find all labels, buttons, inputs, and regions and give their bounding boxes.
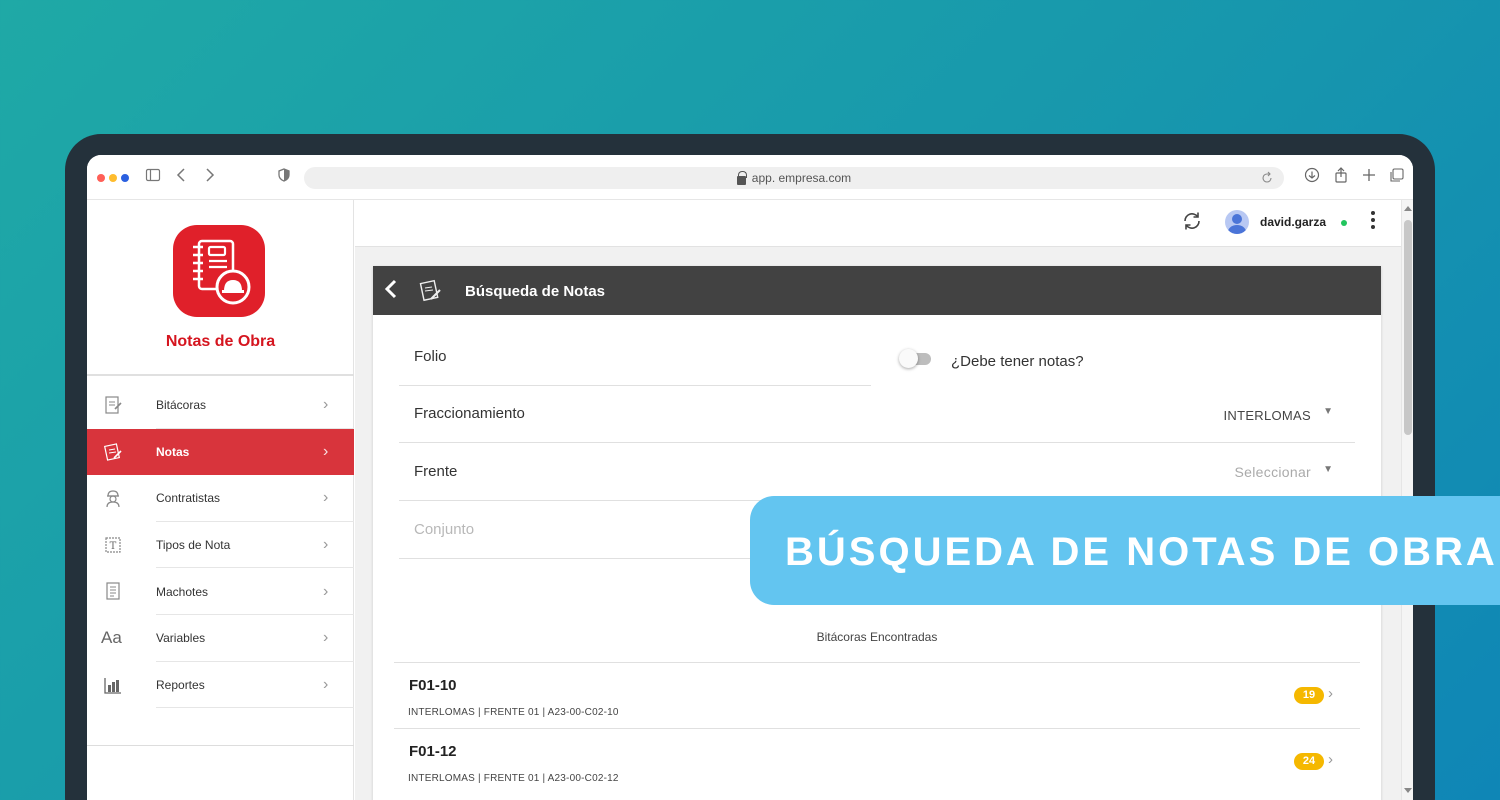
notes-count-badge: 24 xyxy=(1294,753,1324,770)
notes-icon xyxy=(103,442,123,462)
bar-chart-icon xyxy=(103,675,123,695)
forward-nav-icon[interactable] xyxy=(203,167,217,187)
list-item[interactable]: F01-10 INTERLOMAS | FRENTE 01 | A23-00-C… xyxy=(394,662,1360,728)
sidebar-item-reportes[interactable]: Reportes › xyxy=(87,662,354,709)
address-bar[interactable]: app. empresa.com xyxy=(304,167,1284,189)
download-icon[interactable] xyxy=(1304,167,1320,187)
scrollbar-thumb[interactable] xyxy=(1404,220,1412,435)
sidebar-item-contratistas[interactable]: Contratistas › xyxy=(87,475,354,522)
sidebar-item-notas[interactable]: Notas › xyxy=(87,428,354,476)
close-window-icon[interactable] xyxy=(97,174,105,182)
top-bar: david.garza xyxy=(355,200,1401,247)
svg-text:T: T xyxy=(110,541,117,552)
window-controls xyxy=(97,174,129,182)
chevron-right-icon: › xyxy=(323,442,329,460)
promo-banner: BÚSQUEDA DE NOTAS DE OBRA xyxy=(750,496,1500,605)
page-title: Búsqueda de Notas xyxy=(465,283,606,300)
back-nav-icon[interactable] xyxy=(175,167,189,187)
app-name: Notas de Obra xyxy=(165,333,276,350)
item-divider xyxy=(156,707,354,709)
reload-icon[interactable] xyxy=(1260,169,1274,189)
worker-icon xyxy=(103,488,123,508)
tabs-overview-icon[interactable] xyxy=(1389,167,1405,187)
chevron-right-icon: › xyxy=(323,489,329,507)
chevron-right-icon: › xyxy=(323,629,329,647)
sidebar-nav: Bitácoras › Notas › Contratistas › T Tip… xyxy=(87,382,354,709)
sidebar-item-tipos-de-nota[interactable]: T Tipos de Nota › xyxy=(87,522,354,569)
sidebar-item-label: Reportes xyxy=(156,677,205,692)
sync-icon[interactable] xyxy=(1181,210,1203,238)
sidebar-item-label: Contratistas xyxy=(156,491,221,506)
fraccionamiento-value: INTERLOMAS xyxy=(1223,408,1311,423)
sidebar-item-label: Notas xyxy=(156,444,190,459)
sidebar: Notas de Obra Bitácoras › Notas › Contra… xyxy=(87,200,354,800)
card-header: Búsqueda de Notas xyxy=(373,266,1381,315)
must-have-notes-toggle[interactable] xyxy=(899,349,931,368)
item-subtitle: INTERLOMAS | FRENTE 01 | A23-00-C02-12 xyxy=(408,773,619,784)
notes-count-badge: 19 xyxy=(1294,687,1324,704)
folio-label: Folio xyxy=(414,348,447,365)
template-icon xyxy=(103,581,123,601)
online-status-dot xyxy=(1341,220,1347,226)
notes-icon xyxy=(417,278,443,304)
banner-text: BÚSQUEDA DE NOTAS DE OBRA xyxy=(785,530,1498,574)
scroll-down-icon[interactable] xyxy=(1404,788,1412,793)
minimize-window-icon[interactable] xyxy=(109,174,117,182)
notebook-logo-icon xyxy=(193,239,251,305)
share-icon[interactable] xyxy=(1333,167,1349,187)
item-title: F01-12 xyxy=(409,743,457,760)
notebook-edit-icon xyxy=(103,395,123,415)
results-heading: Bitácoras Encontradas xyxy=(816,630,938,644)
sidebar-bottom-divider xyxy=(87,745,354,746)
list-item[interactable]: F01-12 INTERLOMAS | FRENTE 01 | A23-00-C… xyxy=(394,728,1360,794)
new-tab-icon[interactable] xyxy=(1361,167,1377,187)
caret-down-icon: ▼ xyxy=(1323,406,1333,417)
chevron-right-icon: › xyxy=(323,396,329,414)
chevron-right-icon: › xyxy=(323,582,329,600)
font-aa-icon: Aa xyxy=(101,627,122,647)
url-text: app. empresa.com xyxy=(751,171,852,185)
sidebar-item-variables[interactable]: Aa Variables › xyxy=(87,615,354,662)
chevron-right-icon: › xyxy=(323,536,329,554)
chevron-right-icon: › xyxy=(1328,751,1333,768)
fraccionamiento-select[interactable]: Fraccionamiento INTERLOMAS ▼ xyxy=(399,385,1355,443)
sidebar-toggle-icon[interactable] xyxy=(145,167,161,187)
avatar[interactable] xyxy=(1225,210,1249,234)
caret-down-icon: ▼ xyxy=(1323,464,1333,475)
toggle-label: ¿Debe tener notas? xyxy=(951,353,1084,370)
username[interactable]: david.garza xyxy=(1260,215,1326,229)
sidebar-item-label: Machotes xyxy=(156,584,209,599)
more-options-icon[interactable] xyxy=(1371,211,1375,232)
frente-select[interactable]: Frente Seleccionar ▼ xyxy=(399,443,1355,501)
app-logo xyxy=(173,225,265,317)
back-arrow-icon[interactable] xyxy=(383,277,399,306)
sidebar-item-label: Tipos de Nota xyxy=(156,538,231,553)
lock-icon xyxy=(736,170,747,185)
sidebar-item-label: Variables xyxy=(156,631,206,646)
text-box-icon: T xyxy=(103,535,123,555)
conjunto-label: Conjunto xyxy=(414,521,475,538)
privacy-shield-icon[interactable] xyxy=(277,167,291,187)
maximize-window-icon[interactable] xyxy=(121,174,129,182)
sidebar-item-label: Bitácoras xyxy=(156,398,207,413)
sidebar-divider xyxy=(87,374,354,376)
app-screen: app. empresa.com Notas de Obra Bitácoras… xyxy=(87,155,1413,800)
chevron-right-icon: › xyxy=(323,675,329,693)
frente-placeholder: Seleccionar xyxy=(1234,464,1311,480)
chevron-right-icon: › xyxy=(1328,685,1333,702)
scroll-up-icon[interactable] xyxy=(1404,206,1412,211)
fraccionamiento-label: Fraccionamiento xyxy=(414,405,525,422)
item-title: F01-10 xyxy=(409,677,457,694)
item-subtitle: INTERLOMAS | FRENTE 01 | A23-00-C02-10 xyxy=(408,707,619,718)
sidebar-item-bitacoras[interactable]: Bitácoras › xyxy=(87,382,354,429)
frente-label: Frente xyxy=(414,463,458,480)
folio-field[interactable]: Folio xyxy=(399,328,871,386)
browser-toolbar: app. empresa.com xyxy=(87,155,1413,200)
sidebar-item-machotes[interactable]: Machotes › xyxy=(87,568,354,615)
